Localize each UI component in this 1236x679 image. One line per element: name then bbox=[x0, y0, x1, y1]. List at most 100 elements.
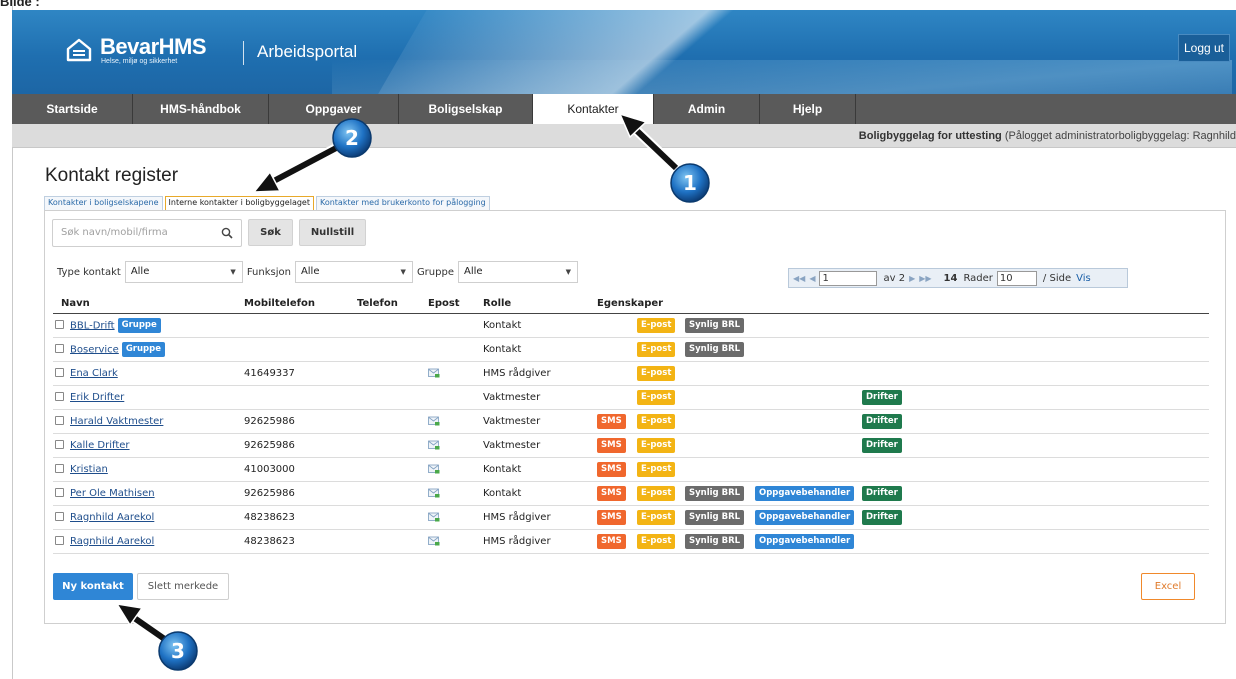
cell-name: Kristian bbox=[53, 457, 244, 482]
nav-startside[interactable]: Startside bbox=[12, 94, 133, 124]
nav-admin[interactable]: Admin bbox=[654, 94, 760, 124]
type-filter-label: Type kontakt bbox=[57, 266, 121, 278]
email-icon[interactable] bbox=[428, 368, 440, 378]
table-row[interactable]: Per Ole Mathisen 92625986 Kontakt SMS E-post… bbox=[53, 481, 1209, 506]
col-email[interactable]: Epost bbox=[428, 295, 483, 314]
page-number-input[interactable]: 1 bbox=[819, 270, 878, 286]
cell-role: HMS rådgiver bbox=[483, 529, 597, 554]
col-role[interactable]: Rolle bbox=[483, 295, 597, 314]
last-page-icon[interactable]: ▶▶ bbox=[919, 274, 931, 283]
nav-boligselskap[interactable]: Boligselskap bbox=[399, 94, 533, 124]
row-checkbox[interactable] bbox=[55, 487, 64, 497]
type-filter-select[interactable]: Alle ▼ bbox=[124, 261, 243, 283]
search-input[interactable] bbox=[61, 227, 211, 238]
contact-name-link[interactable]: Boservice bbox=[70, 344, 119, 355]
email-icon[interactable] bbox=[428, 440, 440, 450]
email-icon[interactable] bbox=[428, 488, 440, 498]
cell-email bbox=[428, 529, 483, 554]
cell-email bbox=[428, 433, 483, 458]
row-checkbox[interactable] bbox=[55, 320, 64, 329]
contact-name-link[interactable]: Per Ole Mathisen bbox=[70, 488, 155, 499]
table-row[interactable]: Kristian 41003000 Kontakt SMS E-post bbox=[53, 457, 1209, 482]
contact-name-link[interactable]: Ragnhild Aarekol bbox=[70, 536, 154, 547]
org-info: Boligbyggelag for uttesting (Pålogget ad… bbox=[859, 130, 1236, 142]
table-row[interactable]: Ragnhild Aarekol 48238623 HMS rådgiver SMS E… bbox=[53, 529, 1209, 554]
contact-name-link[interactable]: Kalle Drifter bbox=[70, 440, 130, 451]
oppgavebehandler-badge: Oppgavebehandler bbox=[755, 533, 855, 549]
synlig-brl-badge: Synlig BRL bbox=[685, 485, 745, 501]
email-icon[interactable] bbox=[428, 536, 440, 546]
show-button[interactable]: Vis bbox=[1076, 273, 1091, 284]
chevron-down-icon: ▼ bbox=[565, 268, 571, 276]
reset-button[interactable]: Nullstill bbox=[299, 219, 366, 246]
new-contact-button[interactable]: Ny kontakt bbox=[53, 573, 133, 600]
excel-export-button[interactable]: Excel bbox=[1141, 573, 1195, 600]
row-checkbox[interactable] bbox=[55, 391, 64, 401]
row-checkbox[interactable] bbox=[55, 415, 64, 425]
first-page-icon[interactable]: ◀◀ bbox=[793, 274, 805, 283]
nav-oppgaver[interactable]: Oppgaver bbox=[269, 94, 399, 124]
table-row[interactable]: BBL-Drift Gruppe Kontakt E-post Synlig BRL bbox=[53, 313, 1209, 338]
cell-name: Erik Drifter bbox=[53, 385, 244, 410]
oppgavebehandler-badge: Oppgavebehandler bbox=[755, 485, 855, 501]
cell-phone bbox=[357, 529, 428, 554]
tab-internal-contacts[interactable]: Interne kontakter i boligbyggelaget bbox=[164, 196, 314, 210]
cell-role: Kontakt bbox=[483, 457, 597, 482]
col-phone[interactable]: Telefon bbox=[357, 295, 428, 314]
next-page-icon[interactable]: ▶ bbox=[909, 274, 915, 283]
cell-props: E-post Drifter bbox=[597, 385, 1209, 410]
email-icon[interactable] bbox=[428, 416, 440, 426]
epost-badge: E-post bbox=[637, 437, 676, 453]
cell-mobile: 41649337 bbox=[244, 361, 357, 386]
table-row[interactable]: Boservice Gruppe Kontakt E-post Synlig BRL bbox=[53, 337, 1209, 362]
cell-mobile: 48238623 bbox=[244, 529, 357, 554]
row-checkbox[interactable] bbox=[55, 463, 64, 473]
contact-name-link[interactable]: Ragnhild Aarekol bbox=[70, 512, 154, 523]
tab-user-account-contacts[interactable]: Kontakter med brukerkonto for pålogging bbox=[315, 196, 490, 210]
table-row[interactable]: Kalle Drifter 92625986 Vaktmester SMS E-post… bbox=[53, 433, 1209, 458]
page-title: Kontakt register bbox=[45, 165, 179, 186]
search-icon[interactable] bbox=[221, 227, 233, 239]
row-checkbox[interactable] bbox=[55, 535, 64, 545]
table-row[interactable]: Erik Drifter Vaktmester E-post Drifter bbox=[53, 385, 1209, 410]
contact-name-link[interactable]: BBL-Drift bbox=[70, 320, 115, 331]
sms-badge: SMS bbox=[597, 509, 626, 525]
synlig-brl-badge: Synlig BRL bbox=[685, 533, 745, 549]
cell-email bbox=[428, 481, 483, 506]
row-checkbox[interactable] bbox=[55, 439, 64, 449]
function-filter-label: Funksjon bbox=[246, 266, 291, 278]
table-row[interactable]: Harald Vaktmester 92625986 Vaktmester SMS E-… bbox=[53, 409, 1209, 434]
col-mobile[interactable]: Mobiltelefon bbox=[244, 295, 357, 314]
cell-phone bbox=[357, 409, 428, 434]
email-icon[interactable] bbox=[428, 512, 440, 522]
contact-name-link[interactable]: Erik Drifter bbox=[70, 392, 124, 403]
row-checkbox[interactable] bbox=[55, 344, 64, 353]
row-checkbox[interactable] bbox=[55, 367, 64, 377]
delete-marked-button[interactable]: Slett merkede bbox=[137, 573, 229, 600]
cell-email bbox=[428, 337, 483, 362]
cell-phone bbox=[357, 385, 428, 410]
contact-name-link[interactable]: Harald Vaktmester bbox=[70, 416, 163, 427]
cell-email bbox=[428, 505, 483, 530]
search-button[interactable]: Søk bbox=[248, 219, 293, 246]
contact-name-link[interactable]: Kristian bbox=[70, 464, 108, 475]
table-row[interactable]: Ena Clark 41649337 HMS rådgiver E-post bbox=[53, 361, 1209, 386]
tab-boligselskap-contacts[interactable]: Kontakter i boligselskapene bbox=[44, 196, 163, 210]
epost-badge: E-post bbox=[637, 485, 676, 501]
nav-hjelp[interactable]: Hjelp bbox=[760, 94, 856, 124]
logo-text: BevarHMS bbox=[100, 34, 207, 59]
function-filter-select[interactable]: Alle ▼ bbox=[294, 261, 413, 283]
logout-button[interactable]: Logg ut bbox=[1178, 34, 1230, 62]
table-row[interactable]: Ragnhild Aarekol 48238623 HMS rådgiver SMS E… bbox=[53, 505, 1209, 530]
contact-name-link[interactable]: Ena Clark bbox=[70, 368, 118, 379]
group-filter-select[interactable]: Alle ▼ bbox=[457, 261, 578, 283]
epost-badge: E-post bbox=[637, 365, 676, 381]
nav-kontakter[interactable]: Kontakter bbox=[533, 94, 654, 124]
col-name[interactable]: Navn bbox=[53, 295, 244, 314]
drifter-badge: Drifter bbox=[862, 389, 902, 405]
nav-hms-handbok[interactable]: HMS-håndbok bbox=[133, 94, 269, 124]
prev-page-icon[interactable]: ◀ bbox=[809, 274, 815, 283]
email-icon[interactable] bbox=[428, 464, 440, 474]
row-checkbox[interactable] bbox=[55, 511, 64, 521]
rows-per-page-input[interactable]: 10 bbox=[996, 270, 1037, 286]
